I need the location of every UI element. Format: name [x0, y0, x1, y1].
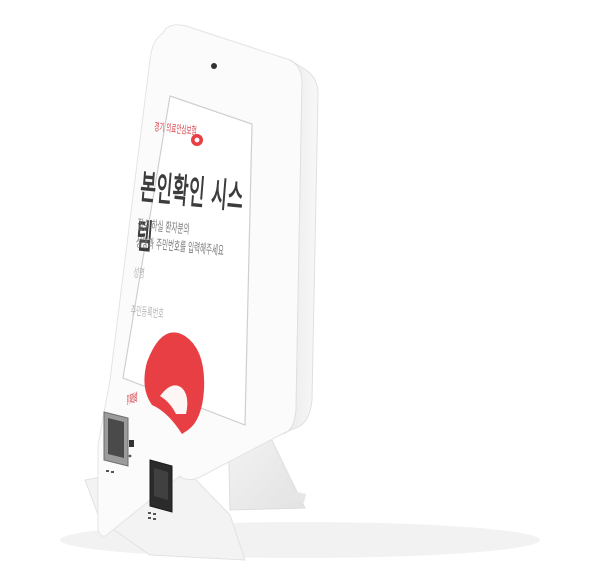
- kiosk-illustration: [60, 24, 540, 561]
- kiosk-product-photo: 경기 의료안심보험 본인확인 시스템 접수 하실 환자분의 성명과 주민번호를 …: [0, 0, 600, 569]
- card-reader-indicator: [129, 440, 134, 447]
- name-field-label[interactable]: 성명: [133, 264, 145, 282]
- screen-content: 경기 의료안심보험 본인확인 시스템 접수 하실 환자분의 성명과 주민번호를 …: [117, 117, 256, 429]
- body-brand-label: 경기 의료안심보험: [127, 390, 138, 407]
- screen-brand-label: 경기 의료안심보험: [153, 120, 198, 138]
- id-field-label[interactable]: 주민등록번호: [130, 302, 164, 322]
- camera-icon: [211, 63, 217, 69]
